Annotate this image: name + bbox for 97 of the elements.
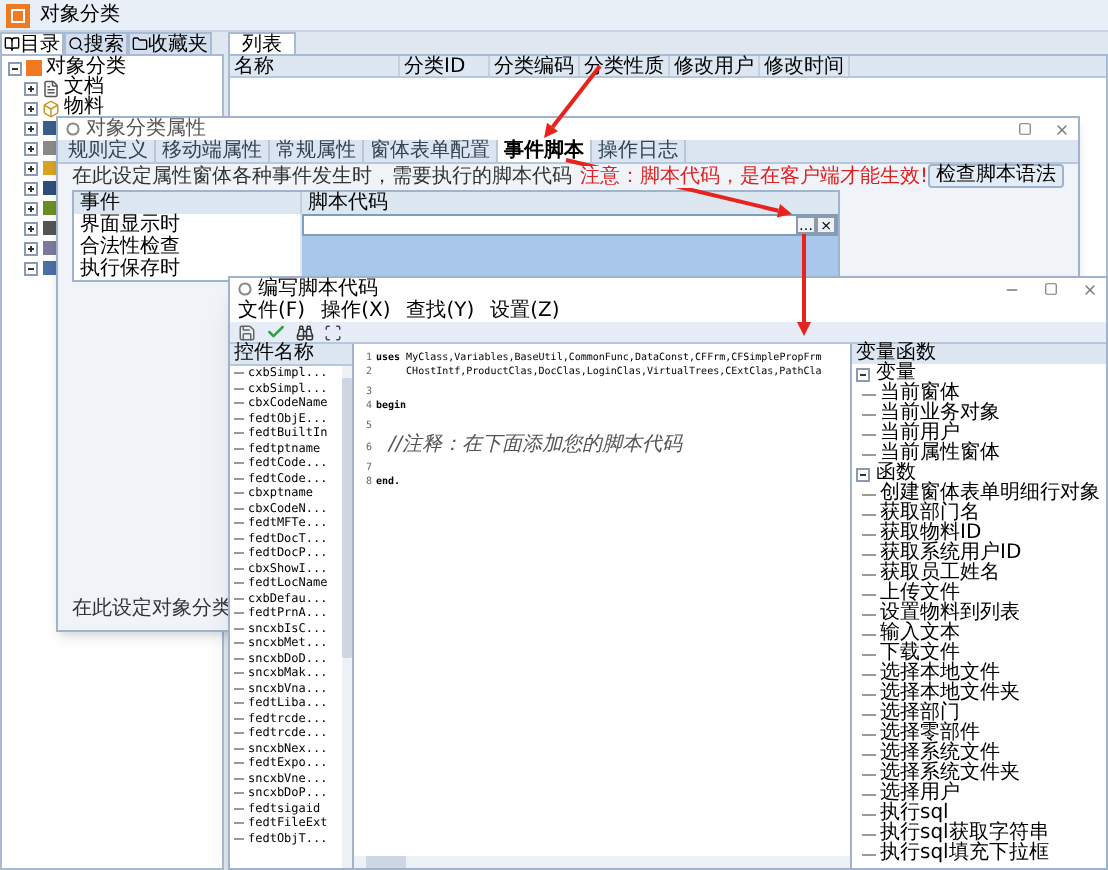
pane-tab[interactable]: 目录 bbox=[0, 32, 64, 54]
tab[interactable]: 操作日志 bbox=[592, 140, 686, 162]
tree-item[interactable]: 设置物料到列表 bbox=[880, 604, 1020, 624]
expand-icon[interactable] bbox=[24, 161, 38, 175]
node-icon bbox=[42, 120, 58, 136]
scrollbar[interactable] bbox=[354, 856, 850, 868]
tree-item[interactable]: 选择本地文件 bbox=[880, 664, 1000, 684]
maximize-icon[interactable] bbox=[1044, 282, 1058, 296]
node-icon bbox=[42, 220, 58, 236]
tree-item[interactable]: 输入文本 bbox=[880, 624, 960, 644]
column-header[interactable]: 名称 bbox=[230, 56, 400, 76]
tree-item[interactable]: 创建窗体表单明细行对象 bbox=[880, 484, 1100, 504]
scrollbar[interactable] bbox=[342, 366, 352, 868]
collapse-icon[interactable] bbox=[24, 261, 38, 275]
tree-item[interactable]: 当前业务对象 bbox=[880, 404, 1000, 424]
tab[interactable]: 事件脚本 bbox=[498, 140, 592, 162]
binoculars-icon[interactable] bbox=[296, 323, 314, 341]
dialog-title: 对象分类属性 bbox=[86, 118, 206, 140]
tree-item[interactable]: 当前窗体 bbox=[880, 384, 960, 404]
tab[interactable]: 常规属性 bbox=[270, 140, 364, 162]
expand-icon[interactable] bbox=[24, 101, 38, 115]
expand-icon[interactable] bbox=[24, 141, 38, 155]
column-header[interactable]: 分类ID bbox=[400, 56, 490, 76]
tree-item[interactable]: 文档 bbox=[64, 78, 104, 98]
node-icon bbox=[42, 200, 58, 216]
cube-icon bbox=[42, 99, 60, 117]
collapse-icon[interactable] bbox=[8, 61, 22, 75]
tree-item[interactable]: 选择系统文件 bbox=[880, 744, 1000, 764]
expand-icon[interactable] bbox=[24, 181, 38, 195]
node-icon bbox=[42, 260, 58, 276]
panel-header: 变量函数 bbox=[852, 344, 1106, 364]
arrow bbox=[797, 234, 811, 336]
column-header[interactable]: 分类编码 bbox=[490, 56, 580, 76]
save-icon[interactable] bbox=[238, 323, 256, 341]
window-icon bbox=[238, 282, 252, 296]
check-icon[interactable] bbox=[266, 322, 286, 342]
panel-header: 控件名称 bbox=[230, 344, 352, 366]
book-icon bbox=[4, 36, 20, 52]
column-header[interactable]: 修改用户 bbox=[670, 56, 760, 76]
collapse-icon[interactable] bbox=[856, 367, 870, 381]
tree-item[interactable]: 获取系统用户ID bbox=[880, 544, 1022, 564]
column-header[interactable]: 修改时间 bbox=[760, 56, 850, 76]
tree-item[interactable]: 对象分类 bbox=[46, 58, 126, 78]
column-header: 脚本代码 bbox=[306, 192, 390, 214]
tree-item[interactable]: 上传文件 bbox=[880, 584, 960, 604]
node-icon bbox=[42, 160, 58, 176]
tree-item[interactable]: 获取物料ID bbox=[880, 524, 982, 544]
tree-item[interactable]: 执行sql bbox=[880, 804, 949, 824]
scan-icon[interactable] bbox=[324, 323, 342, 341]
node-icon bbox=[42, 180, 58, 196]
menu-item[interactable]: 操作(X) bbox=[321, 300, 391, 322]
code-comment: //注释：在下面添加您的脚本代码 bbox=[385, 434, 683, 456]
tree-item[interactable]: 获取部门名 bbox=[880, 504, 980, 524]
menu-item[interactable]: 文件(F) bbox=[238, 300, 306, 322]
tree-item[interactable]: 选择用户 bbox=[880, 784, 960, 804]
node-icon bbox=[42, 240, 58, 256]
node-icon bbox=[42, 140, 58, 156]
tree-item[interactable]: 当前用户 bbox=[880, 424, 960, 444]
menu-item[interactable]: 查找(Y) bbox=[406, 300, 475, 322]
check-syntax-button[interactable]: 检查脚本语法 bbox=[928, 164, 1065, 188]
tree-item[interactable]: 函数 bbox=[876, 464, 916, 484]
menu-item[interactable]: 设置(Z) bbox=[490, 300, 560, 322]
expand-icon[interactable] bbox=[24, 81, 38, 95]
tree-item[interactable]: 当前属性窗体 bbox=[880, 444, 1000, 464]
dialog-title: 编写脚本代码 bbox=[258, 278, 378, 300]
collapse-icon[interactable] bbox=[856, 467, 870, 481]
tab[interactable]: 规则定义 bbox=[62, 140, 156, 162]
maximize-icon[interactable] bbox=[1018, 122, 1032, 136]
tree-item[interactable]: 变量 bbox=[876, 364, 916, 384]
tab[interactable]: 移动端属性 bbox=[156, 140, 270, 162]
pane-tab[interactable]: 搜索 bbox=[64, 32, 128, 54]
tree-item[interactable]: 下载文件 bbox=[880, 644, 960, 664]
close-icon[interactable] bbox=[1082, 281, 1098, 297]
tree-item[interactable]: 获取员工姓名 bbox=[880, 564, 1000, 584]
window-title: 对象分类 bbox=[40, 3, 120, 27]
script-cell[interactable] bbox=[302, 236, 838, 258]
expand-icon[interactable] bbox=[24, 201, 38, 215]
expand-icon[interactable] bbox=[24, 221, 38, 235]
app-icon bbox=[6, 3, 30, 27]
column-header: 事件 bbox=[74, 192, 302, 214]
list-tab[interactable]: 列表 bbox=[228, 32, 296, 54]
tree-item[interactable]: 物料 bbox=[64, 98, 104, 118]
tree-item[interactable]: 选择零部件 bbox=[880, 724, 980, 744]
tree-item[interactable]: 执行sql填充下拉框 bbox=[880, 844, 1049, 864]
window-icon bbox=[66, 122, 80, 136]
document-icon bbox=[42, 79, 60, 97]
search-icon bbox=[68, 36, 84, 52]
tree-item[interactable]: 选择本地文件夹 bbox=[880, 684, 1020, 704]
warning-text: 注意：脚本代码，是在客户端才能生效! bbox=[580, 165, 929, 187]
tree-item[interactable]: 执行sql获取字符串 bbox=[880, 824, 1049, 844]
expand-icon[interactable] bbox=[24, 121, 38, 135]
tree-item[interactable]: 选择部门 bbox=[880, 704, 960, 724]
expand-icon[interactable] bbox=[24, 241, 38, 255]
instruction-text: 在此设定属性窗体各种事件发生时，需要执行的脚本代码 bbox=[72, 165, 572, 187]
tree-item[interactable]: 选择系统文件夹 bbox=[880, 764, 1020, 784]
close-icon[interactable] bbox=[1054, 121, 1070, 137]
pane-tab[interactable]: 收藏夹 bbox=[128, 32, 212, 54]
